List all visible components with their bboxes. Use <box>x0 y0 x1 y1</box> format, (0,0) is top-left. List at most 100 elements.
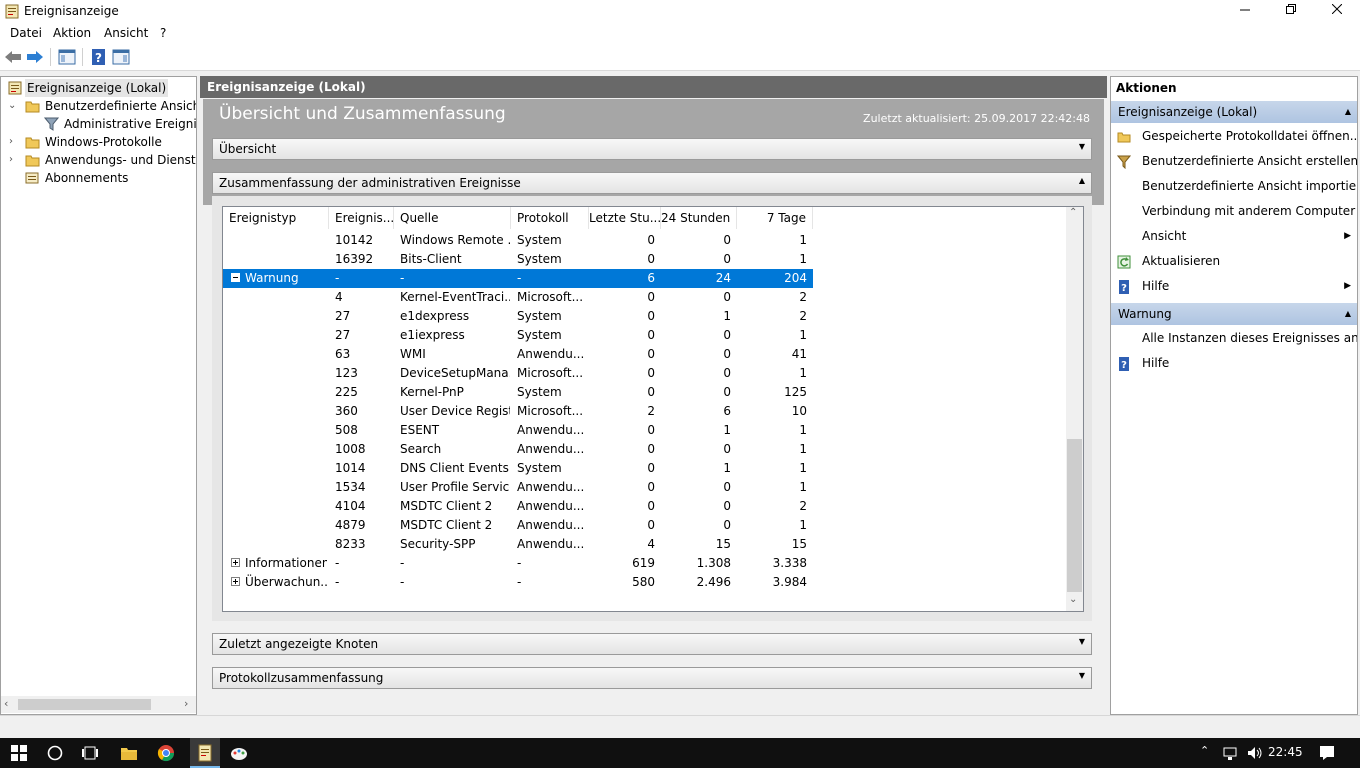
action-label: Hilfe <box>1142 356 1170 370</box>
expand-arrow-icon[interactable]: ▼ <box>1079 637 1085 646</box>
tree-horizontal-scrollbar[interactable]: ‹ › <box>1 696 196 713</box>
tree-item-anwendungs-und-dienstprotokolle[interactable]: › Anwendungs- und Dienstprotokolle <box>1 151 196 169</box>
chrome-icon[interactable] <box>157 744 175 762</box>
scroll-thumb[interactable] <box>1067 439 1082 592</box>
forward-arrow-icon[interactable] <box>26 48 44 66</box>
table-row[interactable]: 16392 Bits-Client System 0 0 1 <box>223 250 813 269</box>
taskbar-active-app[interactable] <box>190 738 220 768</box>
table-row[interactable]: 27 e1iexpress System 0 0 1 <box>223 326 813 345</box>
section-overview[interactable]: Übersicht ▼ <box>212 138 1092 160</box>
action-item[interactable]: Benutzerdefinierte Ansicht erstellen... <box>1111 149 1357 174</box>
column-header-ereignistyp[interactable]: Ereignistyp <box>223 207 329 229</box>
restore-button[interactable] <box>1268 0 1314 24</box>
expand-arrow-icon[interactable]: ▼ <box>1079 671 1085 680</box>
minimize-button[interactable] <box>1222 0 1268 24</box>
action-group-title: Warnung <box>1118 307 1172 321</box>
event-viewer-icon <box>8 81 22 95</box>
expand-plus-icon[interactable] <box>231 577 240 586</box>
tree-item-administrative-ereignisse[interactable]: Administrative Ereignisse <box>1 115 196 133</box>
scroll-right-icon[interactable]: › <box>184 697 188 710</box>
chevron-right-icon[interactable]: › <box>9 151 13 169</box>
action-item[interactable]: Alle Instanzen dieses Ereignisses anzeig… <box>1111 326 1357 351</box>
table-row[interactable]: 508 ESENT Anwendu... 0 1 1 <box>223 421 813 440</box>
collapse-arrow-icon[interactable]: ▲ <box>1345 101 1351 123</box>
expand-arrow-icon[interactable]: ▼ <box>1079 142 1085 151</box>
menu-help[interactable]: ? <box>160 26 166 40</box>
table-row[interactable]: 225 Kernel-PnP System 0 0 125 <box>223 383 813 402</box>
section-recent-nodes[interactable]: Zuletzt angezeigte Knoten ▼ <box>212 633 1092 655</box>
cell-d7: 1 <box>799 442 807 456</box>
collapse-minus-icon[interactable] <box>231 273 240 282</box>
volume-icon[interactable] <box>1246 744 1264 762</box>
action-item[interactable]: Benutzerdefinierte Ansicht importieren..… <box>1111 174 1357 199</box>
menu-aktion[interactable]: Aktion <box>53 26 91 40</box>
group-row[interactable]: Informationen - - -619 1.308 3.338 <box>223 554 813 573</box>
table-row[interactable]: 8233 Security-SPP Anwendu... 4 15 15 <box>223 535 813 554</box>
action-item[interactable]: ? Hilfe <box>1111 351 1357 376</box>
column-header-protokoll[interactable]: Protokoll <box>511 207 589 229</box>
cell-d7: 1 <box>799 233 807 247</box>
action-item[interactable]: Gespeicherte Protokolldatei öffnen... <box>1111 124 1357 149</box>
show-hide-console-tree-icon[interactable] <box>58 48 76 66</box>
action-item[interactable]: Verbindung mit anderem Computer herstell… <box>1111 199 1357 224</box>
table-row[interactable]: 4104 MSDTC Client 2 Anwendu... 0 0 2 <box>223 497 813 516</box>
table-row[interactable]: 10142 Windows Remote ... System 0 0 1 <box>223 231 813 250</box>
file-explorer-icon[interactable] <box>120 744 138 762</box>
scroll-thumb[interactable] <box>18 699 151 710</box>
collapse-arrow-icon[interactable]: ▲ <box>1345 303 1351 325</box>
chevron-right-icon[interactable]: › <box>9 133 13 151</box>
cell-log: Microsoft... <box>517 290 584 304</box>
scroll-down-icon[interactable]: ⌄ <box>1069 594 1077 605</box>
action-group-warnung[interactable]: Warnung ▲ <box>1111 303 1357 325</box>
action-item[interactable]: ? Hilfe ▶ <box>1111 274 1357 299</box>
paint-icon[interactable] <box>230 744 248 762</box>
menu-ansicht[interactable]: Ansicht <box>104 26 148 40</box>
notifications-icon[interactable] <box>1318 744 1336 762</box>
table-row[interactable]: 4879 MSDTC Client 2 Anwendu... 0 0 1 <box>223 516 813 535</box>
menu-datei[interactable]: Datei <box>10 26 42 40</box>
column-header-quelle[interactable]: Quelle <box>394 207 511 229</box>
task-view-icon[interactable] <box>81 744 99 762</box>
tree-item-windows-protokolle[interactable]: › Windows-Protokolle <box>1 133 196 151</box>
table-row[interactable]: 360 User Device Regist... Microsoft... 2 6 10 <box>223 402 813 421</box>
column-header-7-tage[interactable]: 7 Tage <box>737 207 813 229</box>
tree-item-benutzerdefinierte-ansichten[interactable]: ⌄ Benutzerdefinierte Ansichten <box>1 97 196 115</box>
group-row[interactable]: Überwachun... - - -580 2.496 3.984 <box>223 573 813 592</box>
table-row[interactable]: 63 WMI Anwendu... 0 0 41 <box>223 345 813 364</box>
network-icon[interactable] <box>1222 744 1240 762</box>
grid-vertical-scrollbar[interactable]: ⌃ ⌄ <box>1066 207 1083 611</box>
table-row[interactable]: 1534 User Profile Service Anwendu... 0 0 1 <box>223 478 813 497</box>
back-arrow-icon[interactable] <box>4 48 22 66</box>
table-row[interactable]: 4 Kernel-EventTraci... Microsoft... 0 0 2 <box>223 288 813 307</box>
group-row[interactable]: Warnung - - - 6 24 204 <box>223 269 813 288</box>
collapse-arrow-icon[interactable]: ▲ <box>1079 176 1085 185</box>
center-pane: Ereignisanzeige (Lokal) Übersicht und Zu… <box>200 76 1107 715</box>
section-summary[interactable]: Zusammenfassung der administrativen Erei… <box>212 172 1092 194</box>
search-circle-icon[interactable] <box>46 744 64 762</box>
table-row[interactable]: 27 e1dexpress System 0 1 2 <box>223 307 813 326</box>
scroll-left-icon[interactable]: ‹ <box>4 697 8 710</box>
svg-text:?: ? <box>1121 360 1127 371</box>
expand-plus-icon[interactable] <box>231 558 240 567</box>
taskbar-clock[interactable]: 22:45 <box>1268 745 1303 759</box>
table-row[interactable]: 1014 DNS Client Events System 0 1 1 <box>223 459 813 478</box>
scroll-up-icon[interactable]: ⌃ <box>1069 207 1077 218</box>
windows-start-icon[interactable] <box>10 744 28 762</box>
column-header-ereignis-id[interactable]: Ereignis... <box>329 207 394 229</box>
action-item[interactable]: Ansicht ▶ <box>1111 224 1357 249</box>
show-hide-action-pane-icon[interactable] <box>112 48 130 66</box>
table-row[interactable]: 123 DeviceSetupMana... Microsoft... 0 0 1 <box>223 364 813 383</box>
help-icon[interactable]: ? <box>90 48 108 66</box>
cell-h1: 0 <box>647 461 655 475</box>
chevron-down-icon[interactable]: ⌄ <box>8 97 16 115</box>
tree-item-abonnements[interactable]: Abonnements <box>1 169 196 187</box>
show-hidden-icons-icon[interactable]: ⌃ <box>1200 744 1209 757</box>
section-log-summary[interactable]: Protokollzusammenfassung ▼ <box>212 667 1092 689</box>
action-item[interactable]: Aktualisieren <box>1111 249 1357 274</box>
table-row[interactable]: 1008 Search Anwendu... 0 0 1 <box>223 440 813 459</box>
action-group-ereignisanzeige[interactable]: Ereignisanzeige (Lokal) ▲ <box>1111 101 1357 123</box>
tree-item-ereignisanzeige-lokal[interactable]: Ereignisanzeige (Lokal) <box>1 79 196 97</box>
column-header-24-stunden[interactable]: 24 Stunden <box>661 207 737 229</box>
column-header-letzte-stunde[interactable]: Letzte Stu... <box>589 207 661 229</box>
close-button[interactable] <box>1314 0 1360 24</box>
